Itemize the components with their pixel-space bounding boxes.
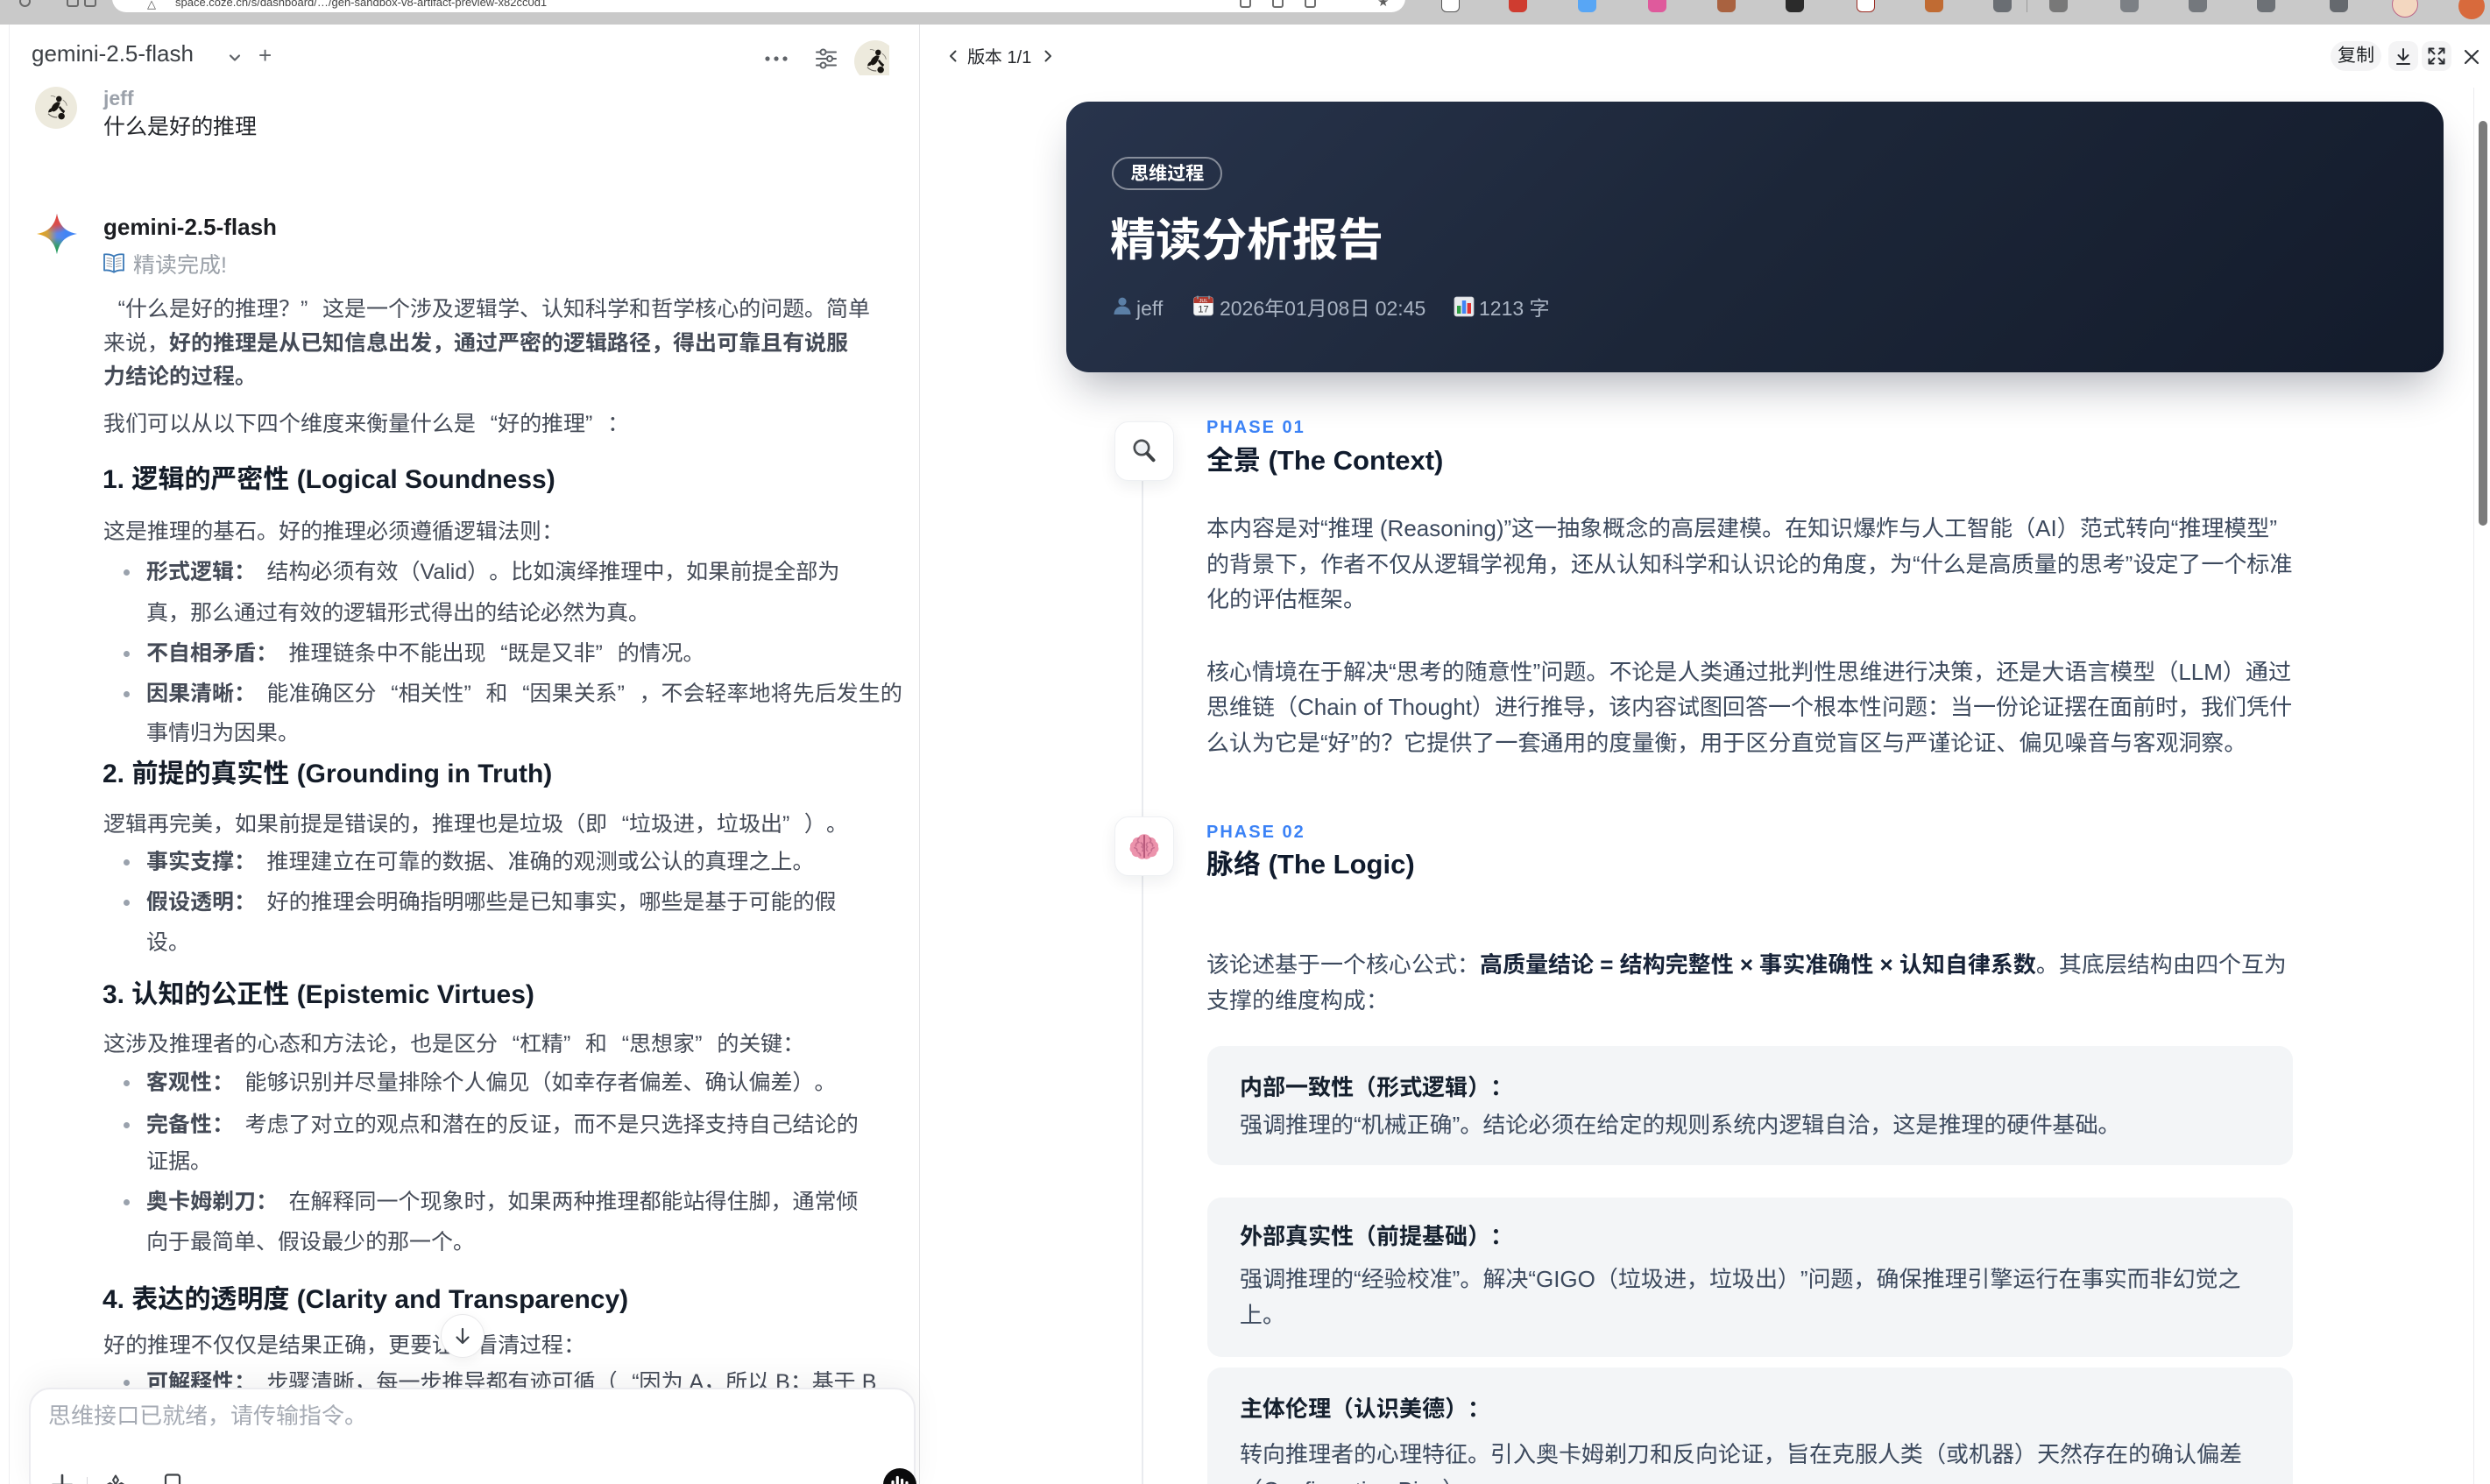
svg-text:JUL: JUL [1199, 299, 1208, 304]
svg-text:17: 17 [1198, 305, 1208, 315]
